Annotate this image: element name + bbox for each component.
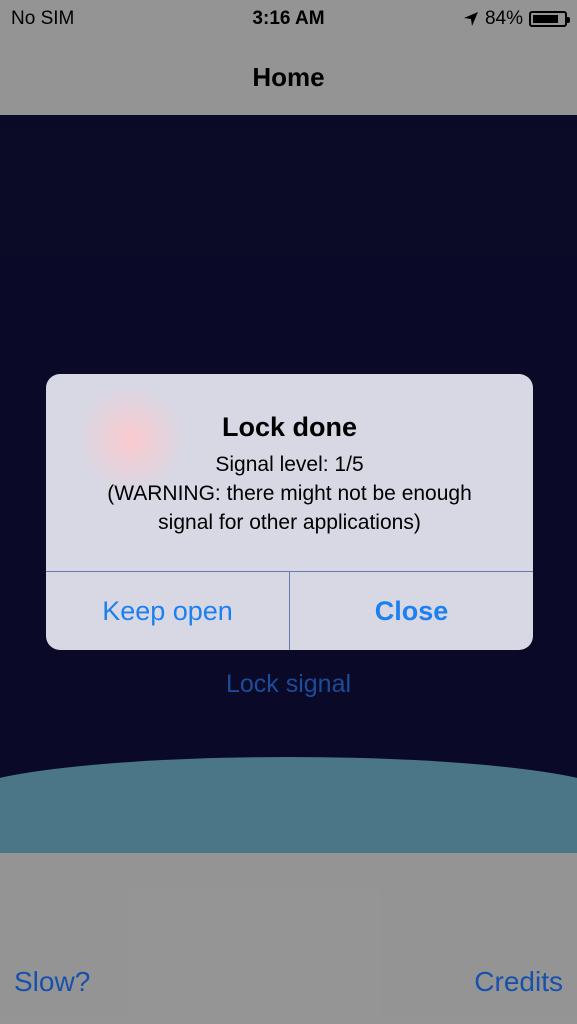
close-button[interactable]: Close	[290, 572, 533, 650]
keep-open-button[interactable]: Keep open	[46, 572, 290, 650]
alert-message-line: (WARNING: there might not be enough	[107, 482, 472, 505]
alert-message-line: signal for other applications)	[158, 511, 421, 534]
alert-message-line: Signal level: 1/5	[215, 453, 364, 476]
alert-dialog: Lock done Signal level: 1/5 (WARNING: th…	[46, 374, 533, 650]
alert-message: Signal level: 1/5 (WARNING: there might …	[66, 450, 513, 537]
alert-title: Lock done	[221, 412, 357, 442]
alert-button-row: Keep open Close	[46, 571, 533, 650]
